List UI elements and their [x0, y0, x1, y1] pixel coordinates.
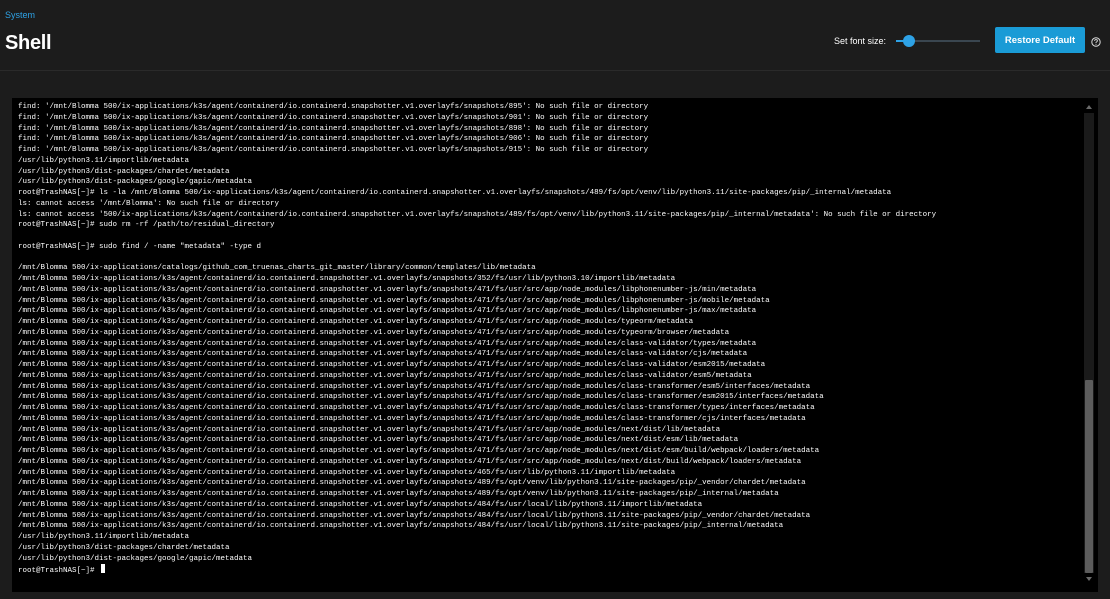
terminal-line: ls: cannot access '/mnt/Blomma': No such…	[18, 199, 280, 208]
terminal-line: /mnt/Blomma 500/ix-applications/k3s/agen…	[18, 318, 694, 326]
terminal-line: /mnt/Blomma 500/ix-applications/k3s/agen…	[18, 382, 811, 391]
terminal-prompt-line: root@TrashNAS[~]#	[18, 564, 1076, 575]
slider-thumb[interactable]	[902, 35, 915, 47]
terminal-line: /mnt/Blomma 500/ix-applications/k3s/agen…	[18, 436, 739, 445]
terminal-line: /mnt/Blomma 500/ix-applications/k3s/agen…	[18, 522, 784, 531]
font-size-slider[interactable]	[896, 35, 981, 47]
page-title: Shell	[5, 32, 52, 54]
terminal-line: /mnt/Blomma 500/ix-applications/k3s/agen…	[18, 490, 779, 498]
terminal-line: root@TrashNAS[~]# ls -la /mnt/Blomma 500…	[18, 189, 892, 197]
terminal-line: find: '/mnt/Blomma 500/ix-applications/k…	[18, 113, 649, 122]
scroll-thumb[interactable]	[1085, 379, 1093, 573]
terminal-line: /mnt/Blomma 500/ix-applications/k3s/agen…	[18, 328, 730, 337]
terminal-line: /mnt/Blomma 500/ix-applications/k3s/agen…	[18, 511, 811, 520]
terminal-line: /mnt/Blomma 500/ix-applications/k3s/agen…	[18, 361, 766, 369]
terminal-line: /mnt/Blomma 500/ix-applications/k3s/agen…	[18, 275, 676, 283]
terminal-scrollbar[interactable]	[1084, 103, 1094, 583]
terminal-output: find: '/mnt/Blomma 500/ix-applications/k…	[18, 102, 1076, 575]
terminal-line: /mnt/Blomma 500/ix-applications/k3s/agen…	[18, 307, 757, 316]
terminal-line: find: '/mnt/Blomma 500/ix-applications/k…	[18, 103, 649, 111]
header-divider	[0, 70, 1110, 71]
terminal-line: root@TrashNAS[~]# sudo rm -rf /path/to/r…	[18, 221, 275, 230]
terminal-line: find: '/mnt/Blomma 500/ix-applications/k…	[18, 146, 649, 154]
terminal-line: /usr/lib/python3/dist-packages/chardet/m…	[18, 167, 230, 176]
terminal-line: /mnt/Blomma 500/ix-applications/k3s/agen…	[18, 350, 748, 359]
terminal-line: /mnt/Blomma 500/ix-applications/k3s/agen…	[18, 457, 802, 466]
terminal-line: /usr/lib/python3/dist-packages/google/ga…	[18, 178, 253, 187]
terminal-line: find: '/mnt/Blomma 500/ix-applications/k…	[18, 124, 649, 133]
terminal-line: /usr/lib/python3.11/importlib/metadata	[18, 156, 190, 165]
terminal-line: /mnt/Blomma 500/ix-applications/k3s/agen…	[18, 447, 820, 455]
scroll-down-arrow-icon[interactable]	[1085, 575, 1093, 583]
restore-default-button[interactable]: Restore Default	[995, 27, 1085, 53]
terminal-line: ls: cannot access '500/ix-applications/k…	[18, 210, 937, 219]
font-size-label: Set font size:	[834, 36, 887, 46]
terminal-line: /usr/lib/python3/dist-packages/chardet/m…	[18, 543, 230, 552]
terminal-line: /mnt/Blomma 500/ix-applications/k3s/agen…	[18, 393, 824, 402]
scroll-track[interactable]	[1084, 113, 1094, 573]
terminal-line: /mnt/Blomma 500/ix-applications/k3s/agen…	[18, 468, 676, 477]
terminal-line: /mnt/Blomma 500/ix-applications/k3s/agen…	[18, 500, 703, 509]
terminal-line: /mnt/Blomma 500/ix-applications/catalogs…	[18, 264, 536, 273]
terminal-line: /mnt/Blomma 500/ix-applications/k3s/agen…	[18, 339, 757, 348]
terminal-cursor	[101, 564, 106, 574]
terminal-line: /mnt/Blomma 500/ix-applications/k3s/agen…	[18, 371, 752, 380]
terminal-prompt: root@TrashNAS[~]#	[18, 567, 100, 575]
terminal-line: find: '/mnt/Blomma 500/ix-applications/k…	[18, 135, 649, 144]
terminal-line: /mnt/Blomma 500/ix-applications/k3s/agen…	[18, 414, 806, 423]
terminal-line: /mnt/Blomma 500/ix-applications/k3s/agen…	[18, 285, 757, 294]
terminal-line: root@TrashNAS[~]# sudo find / -name "met…	[18, 242, 262, 251]
breadcrumb[interactable]: System	[5, 10, 35, 20]
terminal-line: /usr/lib/python3/dist-packages/google/ga…	[18, 554, 253, 563]
font-size-control: Set font size:	[834, 35, 981, 47]
terminal-line: /mnt/Blomma 500/ix-applications/k3s/agen…	[18, 404, 815, 412]
terminal-line: /mnt/Blomma 500/ix-applications/k3s/agen…	[18, 479, 806, 488]
terminal-line: /usr/lib/python3.11/importlib/metadata	[18, 533, 190, 541]
help-circle-icon[interactable]	[1091, 34, 1101, 47]
terminal[interactable]: find: '/mnt/Blomma 500/ix-applications/k…	[12, 98, 1098, 592]
terminal-line: /mnt/Blomma 500/ix-applications/k3s/agen…	[18, 296, 770, 305]
terminal-line: /mnt/Blomma 500/ix-applications/k3s/agen…	[18, 425, 721, 434]
scroll-up-arrow-icon[interactable]	[1085, 103, 1093, 111]
